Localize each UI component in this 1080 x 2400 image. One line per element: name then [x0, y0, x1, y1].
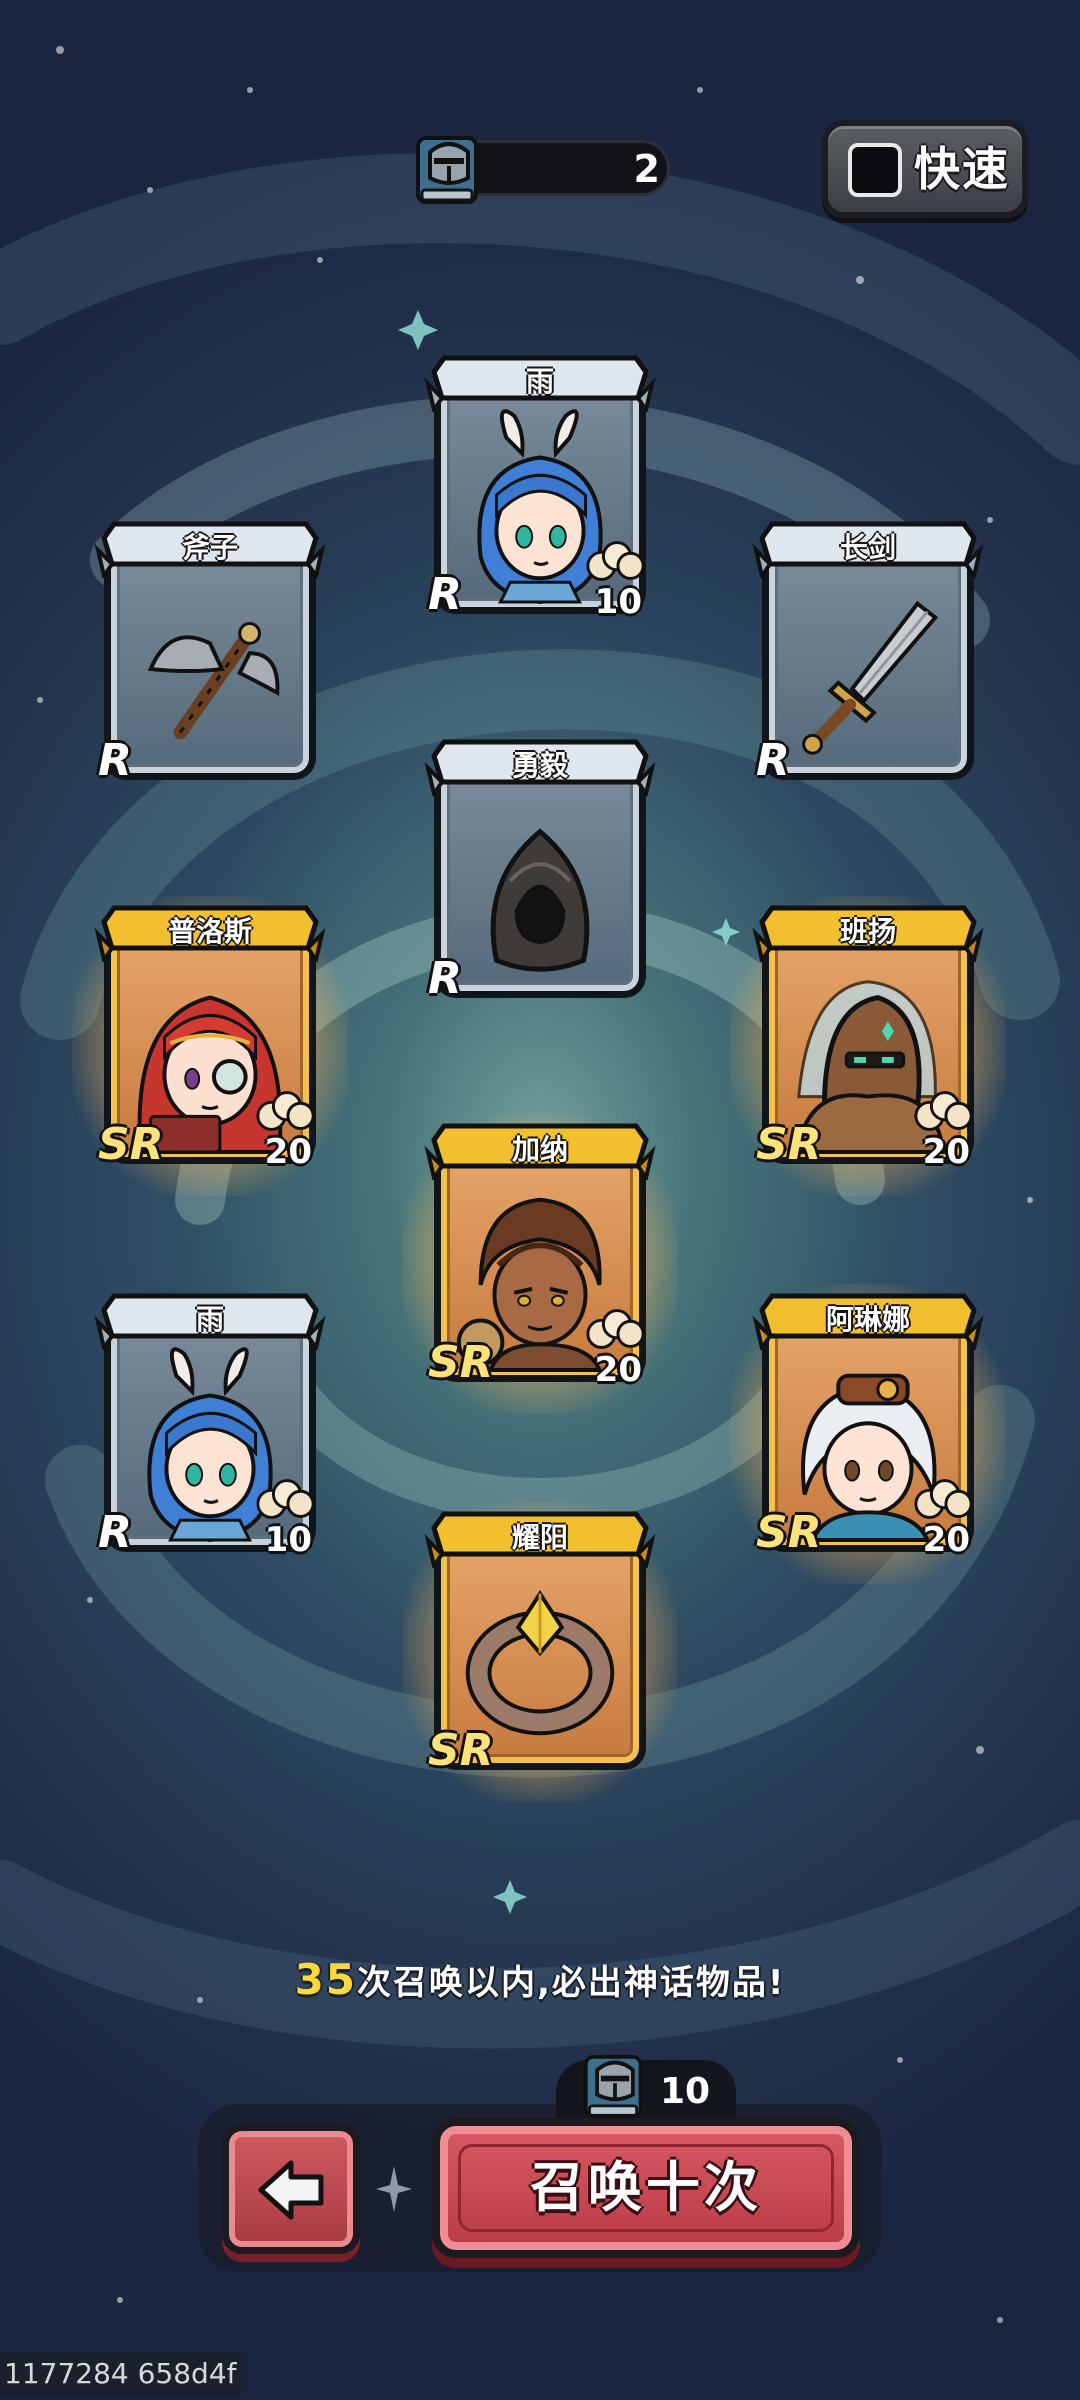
card-name: 斧子: [181, 531, 238, 564]
fast-label: 快速: [914, 142, 1010, 196]
long-sword-icon: [769, 574, 967, 772]
card-rarity: SR: [756, 1119, 822, 1170]
duplicate-puff-icon: [914, 1091, 973, 1131]
card-name: 普洛斯: [167, 915, 252, 948]
card-rarity: SR: [756, 1507, 822, 1558]
summon-ten-button[interactable]: 召唤十次: [432, 2118, 860, 2258]
reward-card-alina[interactable]: 阿琳娜 SR 20: [730, 1282, 1006, 1584]
duplicate-puff-icon: [914, 1479, 973, 1519]
card-name: 班扬: [839, 915, 896, 948]
card-name: 耀阳: [511, 1521, 568, 1554]
card-rarity: R: [428, 569, 462, 620]
back-button[interactable]: [222, 2124, 360, 2254]
card-rarity: R: [98, 1507, 132, 1558]
duplicate-puff-icon: [586, 1309, 645, 1349]
duplicate-puff-icon: [256, 1479, 315, 1519]
card-name: 阿琳娜: [825, 1303, 910, 1336]
card-quantity: 20: [922, 1520, 970, 1560]
sparkle-divider-icon: [376, 2166, 412, 2212]
card-name: 加纳: [511, 1133, 568, 1166]
reward-card-rain-2[interactable]: 雨 R 10: [94, 1282, 326, 1564]
device-id-label: 1177284 658d4f: [0, 2352, 241, 2396]
reward-card-valor[interactable]: 勇毅 R: [424, 728, 656, 1010]
card-name: 长剑: [839, 531, 896, 564]
fast-toggle-button[interactable]: 快速: [822, 120, 1028, 218]
knight-helmet-book-icon: [416, 136, 478, 204]
back-arrow-icon: [258, 2160, 324, 2220]
duplicate-puff-icon: [256, 1091, 315, 1131]
card-quantity: 10: [594, 582, 642, 622]
pity-notice: 35次召唤以内,必出神话物品!: [0, 1952, 1080, 2011]
knight-helmet-book-icon: [583, 2054, 643, 2120]
reward-card-yaoyang[interactable]: 耀阳 SR: [402, 1500, 678, 1802]
duplicate-puff-icon: [586, 541, 645, 581]
card-rarity: R: [756, 735, 790, 786]
summon-ten-label: 召唤十次: [530, 2156, 762, 2219]
card-quantity: 10: [264, 1520, 312, 1560]
pity-count: 35: [294, 1955, 358, 2004]
card-rarity: R: [98, 735, 132, 786]
fast-checkbox[interactable]: [848, 143, 902, 197]
reward-card-gana[interactable]: 加纳 SR 20: [402, 1112, 678, 1414]
reward-card-longsword[interactable]: 长剑 R: [752, 510, 984, 792]
reward-card-banyang[interactable]: 班扬 SR 20: [730, 894, 1006, 1196]
card-name: 雨: [195, 1303, 224, 1336]
pity-text: 次召唤以内,必出神话物品!: [357, 1963, 786, 2003]
card-quantity: 20: [264, 1132, 312, 1172]
card-quantity: 20: [922, 1132, 970, 1172]
dark-hood-icon: [441, 792, 639, 990]
summon-cost: 10: [660, 2071, 711, 2112]
ticket-count: 2: [633, 147, 660, 191]
card-name: 雨: [525, 365, 554, 398]
reward-card-axe[interactable]: 斧子 R: [94, 510, 326, 792]
reward-card-pross[interactable]: 普洛斯 SR 20: [72, 894, 348, 1196]
card-rarity: R: [428, 953, 462, 1004]
card-rarity: SR: [428, 1337, 494, 1388]
reward-card-rain[interactable]: 雨 R 10: [424, 344, 656, 626]
card-rarity: SR: [428, 1725, 494, 1776]
card-name: 勇毅: [511, 749, 568, 782]
card-rarity: SR: [98, 1119, 164, 1170]
battle-axe-icon: [111, 574, 309, 772]
card-quantity: 20: [594, 1350, 642, 1390]
